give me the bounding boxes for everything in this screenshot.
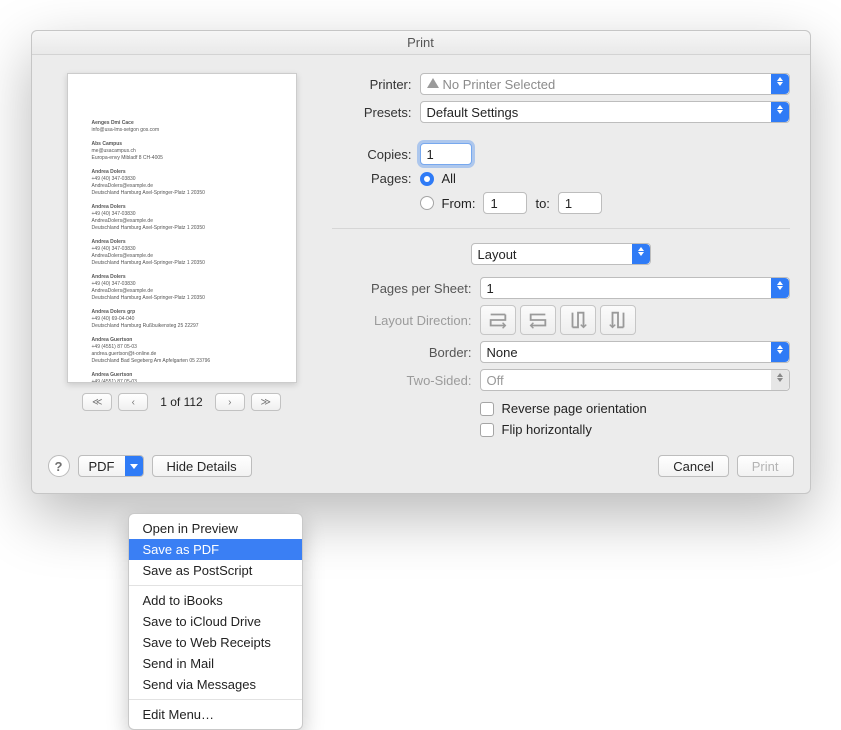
pdf-menu-button[interactable]: PDF: [78, 455, 144, 477]
menu-save-pdf[interactable]: Save as PDF: [129, 539, 302, 560]
section-select[interactable]: Layout: [471, 243, 651, 265]
border-select[interactable]: None: [480, 341, 790, 363]
border-label: Border:: [332, 345, 472, 360]
print-dialog: Print Aenges Dmi Caceinfo@usa-lms-setgon…: [31, 30, 811, 494]
prev-page-button[interactable]: ‹: [118, 393, 148, 411]
pages-all-radio[interactable]: [420, 172, 434, 186]
layout-direction-group: [480, 305, 636, 335]
chevron-down-icon: [125, 456, 143, 476]
page-thumbnail: Aenges Dmi Caceinfo@usa-lms-setgon gos.c…: [67, 73, 297, 383]
copies-input[interactable]: 1: [420, 143, 472, 165]
presets-label: Presets:: [332, 105, 412, 120]
cancel-button[interactable]: Cancel: [658, 455, 728, 477]
menu-save-web[interactable]: Save to Web Receipts: [129, 632, 302, 653]
menu-save-icloud[interactable]: Save to iCloud Drive: [129, 611, 302, 632]
reverse-checkbox[interactable]: [480, 402, 494, 416]
menu-open-preview[interactable]: Open in Preview: [129, 518, 302, 539]
pdf-dropdown-menu: Open in Preview Save as PDF Save as Post…: [128, 513, 303, 730]
twosided-label: Two-Sided:: [332, 373, 472, 388]
menu-send-messages[interactable]: Send via Messages: [129, 674, 302, 695]
warning-icon: [427, 78, 439, 88]
page-nav: ≪ ‹ 1 of 112 › ≫: [82, 393, 280, 411]
layoutdir-1[interactable]: [480, 305, 516, 335]
pps-label: Pages per Sheet:: [332, 281, 472, 296]
last-page-button[interactable]: ≫: [251, 393, 281, 411]
first-page-button[interactable]: ≪: [82, 393, 112, 411]
presets-select[interactable]: Default Settings: [420, 101, 790, 123]
menu-send-mail[interactable]: Send in Mail: [129, 653, 302, 674]
pages-from-text: From:: [442, 196, 476, 211]
dialog-title: Print: [32, 31, 810, 55]
pages-from-radio[interactable]: [420, 196, 434, 210]
next-page-button[interactable]: ›: [215, 393, 245, 411]
pps-select[interactable]: 1: [480, 277, 790, 299]
flip-checkbox[interactable]: [480, 423, 494, 437]
pages-from-input[interactable]: 1: [483, 192, 527, 214]
pages-to-input[interactable]: 1: [558, 192, 602, 214]
page-counter: 1 of 112: [160, 395, 202, 409]
menu-edit-menu[interactable]: Edit Menu…: [129, 704, 302, 725]
menu-add-ibooks[interactable]: Add to iBooks: [129, 590, 302, 611]
hide-details-button[interactable]: Hide Details: [152, 455, 252, 477]
layoutdir-label: Layout Direction:: [332, 313, 472, 328]
pages-to-text: to:: [535, 196, 549, 211]
pages-label: Pages:: [332, 171, 412, 186]
printer-label: Printer:: [332, 77, 412, 92]
layoutdir-4[interactable]: [600, 305, 636, 335]
preview-column: Aenges Dmi Caceinfo@usa-lms-setgon gos.c…: [52, 73, 312, 437]
printer-select[interactable]: No Printer Selected: [420, 73, 790, 95]
copies-label: Copies:: [332, 147, 412, 162]
flip-label: Flip horizontally: [502, 422, 592, 437]
twosided-select: Off: [480, 369, 790, 391]
reverse-label: Reverse page orientation: [502, 401, 647, 416]
settings-column: Printer: No Printer Selected Presets: De…: [332, 73, 790, 437]
print-button: Print: [737, 455, 794, 477]
help-button[interactable]: ?: [48, 455, 70, 477]
pages-all-text: All: [442, 171, 456, 186]
menu-save-postscript[interactable]: Save as PostScript: [129, 560, 302, 581]
layoutdir-3[interactable]: [560, 305, 596, 335]
layoutdir-2[interactable]: [520, 305, 556, 335]
